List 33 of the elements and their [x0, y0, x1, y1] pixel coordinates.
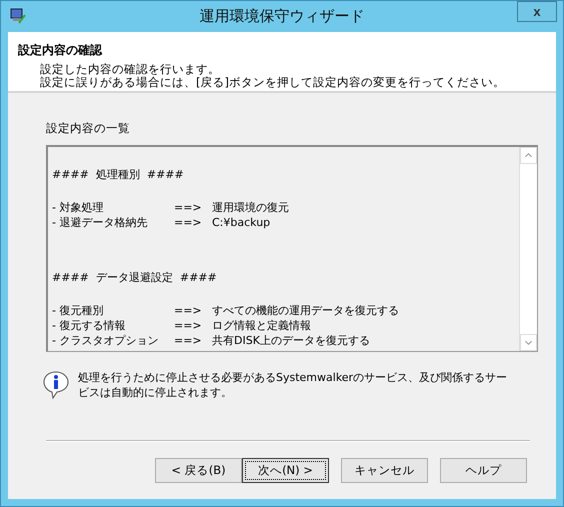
setting-value: C:¥backup [212, 215, 272, 230]
setting-value: 運用環境の復元 [212, 200, 290, 215]
section-heading: #### データ退避設定 #### [52, 270, 218, 285]
description-text: 設定した内容の確認を行います。 [39, 63, 221, 76]
setting-label: - 退避データ格納先 [52, 215, 148, 230]
arrow-text: ==> [174, 303, 203, 318]
page-title: 設定内容の確認 [18, 42, 104, 59]
description-text: 設定に誤りがある場合には、[戻る]ボタンを押して設定内容の変更を行ってください。 [39, 76, 506, 89]
arrow-text: ==> [174, 200, 203, 215]
setting-label: - クラスタオプション [52, 333, 160, 348]
list-label: 設定内容の一覧 [46, 121, 131, 136]
scroll-up-icon[interactable] [520, 147, 537, 164]
close-button[interactable]: x [517, 1, 557, 22]
setting-value: ログ情報と定義情報 [212, 318, 312, 333]
wizard-button[interactable]: キャンセル [341, 458, 428, 483]
setting-value: 共有DISK上のデータを復元する [212, 333, 371, 348]
arrow-text: ==> [174, 318, 203, 333]
setting-label: - 対象処理 [52, 200, 104, 215]
wizard-button[interactable]: 次へ(N) > [242, 458, 329, 483]
info-icon [42, 370, 70, 400]
wizard-button[interactable]: < 戻る(B) [155, 458, 242, 483]
app-icon [9, 7, 27, 25]
scrollbar[interactable] [519, 147, 537, 351]
window-title: 運用環境保守ウィザード [200, 7, 364, 26]
setting-label: - 復元種別 [52, 303, 104, 318]
setting-label: - 復元する情報 [52, 318, 126, 333]
setting-value: すべての機能の運用データを復元する [212, 303, 400, 318]
section-heading: #### 処理種別 #### [52, 167, 185, 182]
wizard-button[interactable]: ヘルプ [440, 458, 527, 483]
info-text: 処理を行うために停止させる必要があるSystemwalkerのサービス、及び関係するサービスは自動的に停止されます。 [78, 370, 508, 400]
arrow-text: ==> [174, 215, 203, 230]
arrow-text: ==> [174, 333, 203, 348]
scroll-down-icon[interactable] [520, 334, 537, 351]
